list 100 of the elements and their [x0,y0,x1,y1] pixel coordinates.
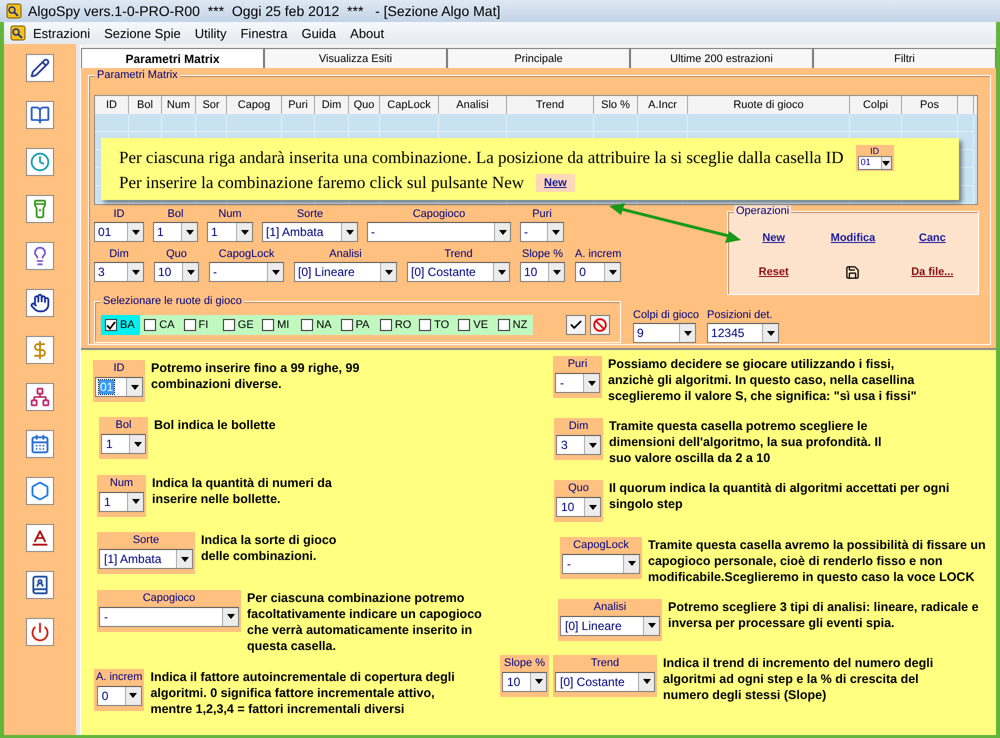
tab[interactable]: Principale [447,48,630,68]
field-label: ID [870,146,880,156]
dropdown-field[interactable]: - [562,554,640,574]
wheel-checkbox[interactable]: CA [140,315,180,335]
action-link[interactable]: Reset [758,266,789,278]
caret-icon [588,504,596,510]
help-text: Indica il fattore autoincrementale di copertura degli algoritmi. 0 significa fattore incrementale attivo, mentre 1,2,3,4 = fattori incrementali diversi [150,668,456,717]
checkbox[interactable] [380,319,392,331]
dropdown-field[interactable]: [0] Lineare [294,262,397,282]
dropdown-field[interactable]: - [99,606,239,627]
dropdown-field[interactable]: [0] Lineare [560,616,660,636]
help-text: Possiamo decidere se giocare utilizzando i fissi, anzichè gli algoritmi. In questo caso, nella casellina sceglieremo il valore S, che significa: "sì usa i fissi" [608,356,918,404]
dropdown-field[interactable]: 9 [633,323,696,343]
wheel-checkbox[interactable]: BA [101,315,140,335]
field-label: ID [114,208,124,221]
dropdown-field[interactable]: 01 [858,156,892,170]
tab[interactable]: Ultime 200 estrazioni [630,48,813,68]
menu-item[interactable]: Sezione Spie [97,24,188,42]
tab[interactable]: Filtri [813,48,996,68]
menu-item[interactable]: About [343,24,392,42]
wheel-checkbox[interactable]: TO [415,315,454,335]
menu-item[interactable]: Utility [188,24,234,42]
checkbox[interactable] [419,319,432,331]
dropdown-field[interactable]: [1] Ambata [99,549,193,570]
tool-button[interactable] [26,430,54,458]
wheel-checkbox[interactable]: NA [297,315,337,335]
tool-button[interactable] [26,383,54,411]
tool-button[interactable] [26,54,54,82]
new-button[interactable]: New [536,174,575,192]
help-text: Indica il trend di incremento del numero degli algoritmi ad ogni step e la % di crescita del numero degli stessi (Slope) [663,654,934,703]
dropdown-field[interactable]: 1 [99,492,144,512]
dropdown-field[interactable]: - [520,222,564,242]
dropdown-field[interactable]: 0 [575,262,622,282]
menu-item[interactable]: Guida [294,24,344,42]
dropdown-field[interactable]: [0] Costante [407,262,510,282]
dropdown-field[interactable]: 3 [556,435,601,456]
dropdown-field[interactable]: 01 [94,222,144,242]
selected-value: [0] Lineare [564,618,623,633]
dropdown-field[interactable]: 1 [153,222,198,242]
tool-button[interactable] [26,571,54,599]
menu-item[interactable]: Finestra [233,24,294,42]
tool-button[interactable] [26,618,54,646]
dropdown-field[interactable]: 10 [502,672,547,692]
selected-value: [1] Ambata [103,552,162,566]
wheel-checkbox[interactable]: RO [376,315,416,335]
checkbox[interactable] [340,319,353,331]
tool-button[interactable] [26,101,54,129]
help-text: Bol indica le bollette [154,417,277,434]
help-text: Per ciascuna combinazione potremo facoltativamente indicare un capogioco che verrà automaticamente inserito in questa casella. [247,590,483,654]
dropdown-field[interactable]: - [555,373,600,393]
field-label: Capogioco [142,592,196,605]
dropdown-field[interactable]: 10 [154,262,199,282]
checkbox[interactable] [458,319,470,331]
checkbox[interactable] [222,319,235,331]
checkbox[interactable] [301,319,314,331]
caret-icon [552,270,560,274]
prohibited-icon [593,318,607,332]
help-text: Indica la quantità di numeri da inserire nelle bollette. [152,474,333,507]
selected-value: [0] Costante [559,674,626,689]
dropdown-field[interactable]: 0 [96,686,142,706]
save-icon[interactable] [845,264,860,280]
app-icon [6,3,22,19]
dropdown-field[interactable]: 12345 [707,323,780,343]
checkbox[interactable] [144,319,156,331]
dropdown-field[interactable]: 10 [556,497,601,518]
dropdown-field[interactable]: 1 [101,434,146,454]
checkbox[interactable] [262,319,274,331]
checkbox[interactable] [105,319,117,331]
checkbox[interactable] [498,319,510,331]
wheel-checkbox[interactable]: PA [336,315,376,335]
caret-icon [882,160,890,166]
action-link[interactable]: Da file... [911,266,954,278]
wheel-checkbox[interactable]: MI [258,315,298,335]
tool-button[interactable] [26,289,54,317]
tab[interactable]: Parametri Matrix [81,48,264,68]
wheel-checkbox[interactable]: NZ [494,315,533,335]
wheel-checkbox[interactable]: FI [180,315,219,335]
checkbox[interactable] [184,319,196,331]
wheel-checkbox[interactable]: VE [454,315,494,335]
wheel-checkbox[interactable]: GE [218,315,258,335]
check-all-button[interactable] [566,315,586,335]
dropdown-field[interactable]: 10 [520,262,565,282]
letter-a-icon [30,528,50,548]
menu-item[interactable]: Estrazioni [26,24,98,42]
clear-button[interactable] [590,315,610,335]
dropdown-field[interactable]: 3 [94,262,144,282]
tab[interactable]: Visualizza Esiti [264,48,447,68]
action-link[interactable]: Canc [918,232,946,244]
dropdown-field[interactable]: - [367,222,511,242]
tool-button[interactable] [26,242,54,270]
field-label: Colpi di gioco [633,309,700,322]
dropdown-field[interactable]: [0] Costante [555,672,655,692]
dropdown-field[interactable]: [1] Ambata [262,222,358,242]
action-link[interactable]: Modifica [830,232,876,244]
field-label: Puri [568,358,588,371]
action-link[interactable]: New [762,232,785,244]
selected-value: 10 [506,674,522,689]
dropdown-field[interactable]: - [209,262,284,282]
tool-button[interactable] [26,524,54,552]
dropdown-field[interactable]: 1 [207,222,253,242]
